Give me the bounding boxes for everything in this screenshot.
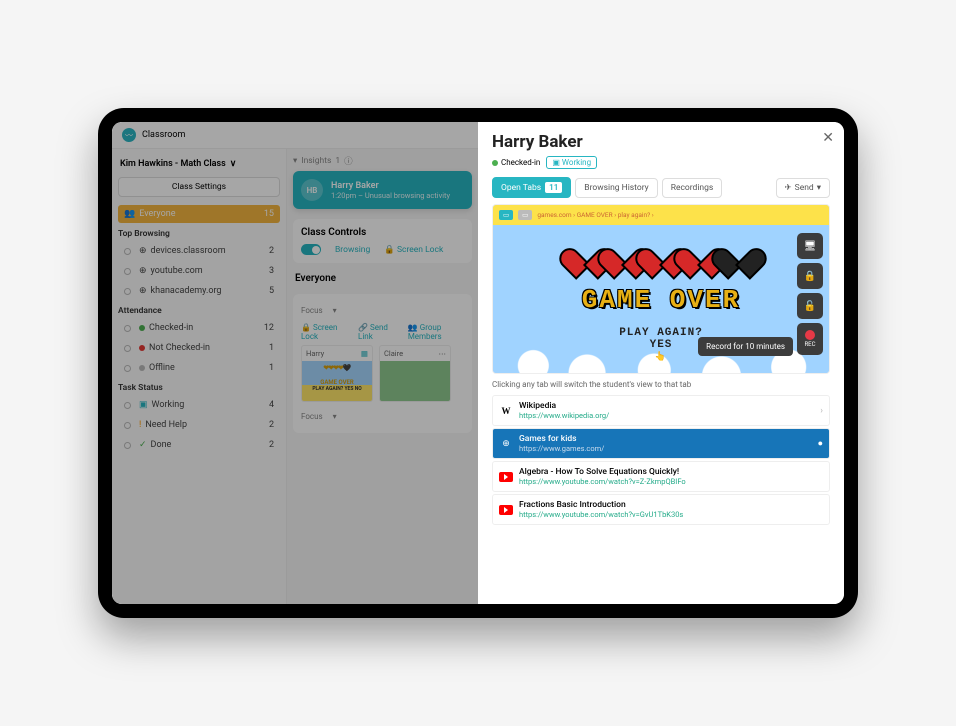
everyone-card: Focus▾ 🔒 Screen Lock 🔗 Send Link 👥 Group… bbox=[293, 294, 472, 433]
insights-header[interactable]: ▾Insights 1 ⓘ bbox=[293, 155, 472, 167]
heart-empty-icon bbox=[720, 235, 754, 265]
nav-attendance-item[interactable]: Offline 1 bbox=[118, 359, 280, 377]
app-name: Classroom bbox=[142, 130, 185, 140]
working-icon: ▣ bbox=[552, 158, 560, 167]
globe-icon: ⊕ bbox=[139, 246, 147, 256]
nav-attendance-item[interactable]: Checked-in 12 bbox=[118, 319, 280, 337]
active-indicator-icon: ● bbox=[818, 438, 823, 449]
globe-icon: ⊕ bbox=[139, 286, 147, 296]
monitor-icon: 🖥 bbox=[804, 241, 817, 252]
class-controls-card: Class Controls Browsing 🔒 Screen Lock bbox=[293, 219, 472, 263]
wikipedia-icon: W bbox=[499, 404, 513, 418]
calendar-icon: ▦ bbox=[361, 349, 368, 358]
nav-task-item[interactable]: ✓Done 2 bbox=[118, 436, 280, 454]
record-button[interactable]: REC bbox=[797, 323, 823, 355]
everyone-title: Everyone bbox=[293, 271, 472, 288]
users-icon: 👥 bbox=[408, 323, 418, 332]
nav-browsing-item[interactable]: ⊕khanacademy.org 5 bbox=[118, 282, 280, 300]
send-button[interactable]: ✈ Send ▾ bbox=[776, 178, 830, 198]
lock-button[interactable]: 🔒 bbox=[797, 263, 823, 289]
app-logo-icon: 〰 bbox=[122, 128, 136, 142]
tab-recordings[interactable]: Recordings bbox=[662, 178, 723, 198]
classroom-app: 〰 Classroom Kim Hawkins - Math Class ∨ C… bbox=[112, 122, 478, 604]
users-icon: 👥 bbox=[124, 209, 135, 219]
chevron-down-icon: ∨ bbox=[230, 159, 237, 169]
tab-list-item[interactable]: W Wikipedia https://www.wikipedia.org/ › bbox=[492, 395, 830, 426]
screenlock-action[interactable]: 🔒 Screen Lock bbox=[301, 323, 346, 341]
preview-browser-bar: ▭ ▭ games.com › GAME OVER › play again? … bbox=[493, 205, 829, 225]
app-header: 〰 Classroom bbox=[112, 122, 478, 149]
youtube-icon bbox=[499, 470, 513, 484]
tab-list-item[interactable]: Algebra - How To Solve Equations Quickly… bbox=[492, 461, 830, 492]
tab-open-tabs[interactable]: Open Tabs 11 bbox=[492, 177, 571, 198]
insight-card[interactable]: HB Harry Baker 1:20pm – Unusual browsing… bbox=[293, 171, 472, 209]
hint-text: Clicking any tab will switch the student… bbox=[492, 380, 830, 389]
avatar: HB bbox=[301, 179, 323, 201]
target-icon: ⊕ bbox=[499, 437, 513, 451]
hearts-row bbox=[493, 235, 829, 265]
sidebar: Kim Hawkins - Math Class ∨ Class Setting… bbox=[112, 149, 287, 604]
record-tooltip: Record for 10 minutes bbox=[698, 337, 793, 356]
help-icon: ! bbox=[139, 420, 141, 430]
class-settings-button[interactable]: Class Settings bbox=[118, 177, 280, 197]
lock-icon: 🔒 bbox=[804, 271, 816, 282]
student-thumbnail[interactable]: Harry▦ ❤❤❤❤🖤 GAME OVER PLAY AGAIN? YES N… bbox=[301, 345, 373, 402]
send-icon: ✈ bbox=[785, 183, 792, 193]
working-icon: ▣ bbox=[139, 400, 148, 410]
student-name-title: Harry Baker bbox=[492, 132, 830, 152]
lock-icon: 🔒 bbox=[384, 245, 395, 255]
nav-browsing-item[interactable]: ⊕devices.classroom 2 bbox=[118, 242, 280, 260]
screen-preview: ▭ ▭ games.com › GAME OVER › play again? … bbox=[492, 204, 830, 374]
screen-lock-button[interactable]: 🔒 Screen Lock bbox=[384, 245, 443, 255]
nav-attendance-item[interactable]: Not Checked-in 1 bbox=[118, 339, 280, 357]
groupmembers-action[interactable]: 👥 Group Members bbox=[408, 323, 464, 341]
working-status: ▣ Working bbox=[546, 156, 597, 169]
section-attendance: Attendance bbox=[118, 306, 280, 316]
section-top-browsing: Top Browsing bbox=[118, 229, 280, 239]
nav-browsing-item[interactable]: ⊕youtube.com 3 bbox=[118, 262, 280, 280]
sendlink-action[interactable]: 🔗 Send Link bbox=[358, 323, 396, 341]
close-icon[interactable]: ✕ bbox=[822, 130, 834, 146]
chevron-down-icon: ▾ bbox=[333, 412, 337, 421]
section-task-status: Task Status bbox=[118, 383, 280, 393]
tab-browsing-history[interactable]: Browsing History bbox=[575, 178, 657, 198]
class-selector[interactable]: Kim Hawkins - Math Class ∨ bbox=[118, 155, 280, 173]
lock-icon: 🔒 bbox=[301, 323, 311, 332]
student-thumbnail[interactable]: Claire⋯ bbox=[379, 345, 451, 402]
monitor-button[interactable]: 🖥 bbox=[797, 233, 823, 259]
game-over-text: GAME OVER bbox=[493, 285, 829, 315]
open-tabs-list: W Wikipedia https://www.wikipedia.org/ ›… bbox=[492, 395, 830, 525]
nav-task-item[interactable]: ▣Working 4 bbox=[118, 396, 280, 414]
browsing-toggle[interactable] bbox=[301, 244, 321, 255]
chevron-down-icon: ▾ bbox=[333, 306, 337, 315]
unlock-icon: 🔓 bbox=[804, 301, 816, 312]
record-dot-icon bbox=[805, 330, 815, 340]
main-column: ▾Insights 1 ⓘ HB Harry Baker 1:20pm – Un… bbox=[287, 149, 478, 604]
unlock-button[interactable]: 🔓 bbox=[797, 293, 823, 319]
nav-task-item[interactable]: !Need Help 2 bbox=[118, 416, 280, 434]
done-icon: ✓ bbox=[139, 440, 147, 450]
nav-everyone[interactable]: 👥 Everyone 15 bbox=[118, 205, 280, 223]
link-icon: 🔗 bbox=[358, 323, 368, 332]
globe-icon: ⊕ bbox=[139, 266, 147, 276]
tab-list-item[interactable]: Fractions Basic Introduction https://www… bbox=[492, 494, 830, 525]
youtube-icon bbox=[499, 503, 513, 517]
checked-in-status: Checked-in bbox=[492, 158, 540, 167]
student-detail-panel: ✕ Harry Baker Checked-in ▣ Working Open … bbox=[478, 122, 844, 604]
chevron-down-icon: ▾ bbox=[817, 183, 821, 193]
chevron-right-icon: › bbox=[820, 406, 823, 416]
info-icon: ⓘ bbox=[344, 155, 353, 167]
panel-tabs: Open Tabs 11 Browsing History Recordings… bbox=[492, 177, 830, 198]
tab-list-item[interactable]: ⊕ Games for kids https://www.games.com/ … bbox=[492, 428, 830, 459]
